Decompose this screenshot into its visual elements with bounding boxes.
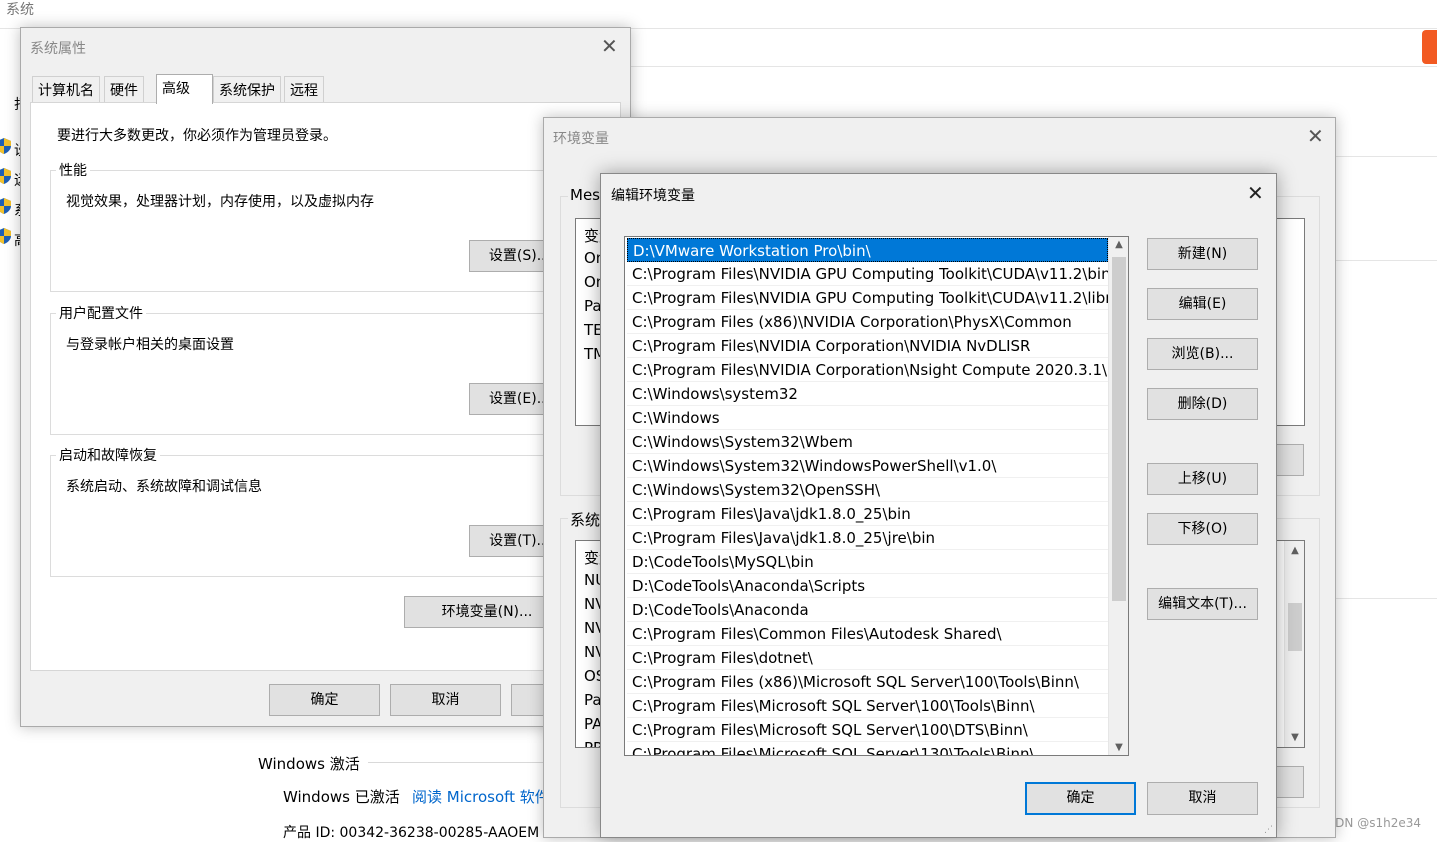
system-properties-dialog: 系统属性 ✕ 计算机名 硬件 高级 系统保护 远程 要进行大多数更改，你必须作为… bbox=[20, 27, 631, 727]
ok-button[interactable]: 确定 bbox=[269, 684, 380, 716]
close-icon[interactable]: ✕ bbox=[601, 36, 618, 56]
edit-text-button[interactable]: 编辑文本(T)... bbox=[1147, 588, 1258, 620]
path-entry[interactable]: D:\VMware Workstation Pro\bin\ bbox=[627, 238, 1108, 262]
path-entries-list[interactable]: D:\VMware Workstation Pro\bin\ C:\Program… bbox=[624, 236, 1129, 756]
list-item[interactable]: Pa bbox=[584, 691, 602, 709]
admin-note: 要进行大多数更改，你必须作为管理员登录。 bbox=[57, 128, 337, 144]
tab-remote[interactable]: 远程 bbox=[284, 76, 324, 102]
system-window-title: 系统 bbox=[6, 2, 34, 18]
path-list-scrollbar[interactable]: ▲ ▼ bbox=[1108, 237, 1128, 755]
move-up-button[interactable]: 上移(U) bbox=[1147, 463, 1258, 495]
scroll-up-icon[interactable]: ▲ bbox=[1109, 239, 1128, 250]
user-variables-label: Mes bbox=[568, 186, 602, 204]
cancel-button[interactable]: 取消 bbox=[390, 684, 501, 716]
path-entry[interactable]: C:\Program Files\NVIDIA GPU Computing To… bbox=[627, 262, 1108, 286]
header-divider bbox=[630, 66, 1437, 67]
move-down-button[interactable]: 下移(O) bbox=[1147, 513, 1258, 545]
edit-button[interactable]: 编辑(E) bbox=[1147, 288, 1258, 320]
path-entry[interactable]: C:\Program Files\NVIDIA Corporation\Nsig… bbox=[627, 358, 1108, 382]
path-entry[interactable]: C:\Program Files\Microsoft SQL Server\10… bbox=[627, 694, 1108, 718]
path-entry[interactable]: C:\Windows\System32\WindowsPowerShell\v1… bbox=[627, 454, 1108, 478]
scroll-thumb[interactable] bbox=[1112, 257, 1126, 601]
performance-desc: 视觉效果，处理器计划，内存使用，以及虚拟内存 bbox=[66, 194, 374, 210]
startup-recovery-group bbox=[50, 455, 570, 577]
path-entry[interactable]: C:\Program Files\NVIDIA GPU Computing To… bbox=[627, 286, 1108, 310]
startup-recovery-label: 启动和故障恢复 bbox=[56, 445, 160, 465]
path-entry[interactable]: D:\CodeTools\MySQL\bin bbox=[627, 550, 1108, 574]
path-entry[interactable]: C:\Program Files (x86)\NVIDIA Corporatio… bbox=[627, 310, 1108, 334]
resize-grip-icon[interactable]: ⋰ bbox=[1264, 825, 1274, 835]
tab-hardware[interactable]: 硬件 bbox=[104, 76, 144, 102]
delete-button[interactable]: 删除(D) bbox=[1147, 388, 1258, 420]
close-icon[interactable]: ✕ bbox=[1247, 183, 1264, 203]
ms-license-link[interactable]: 阅读 Microsoft 软件 bbox=[412, 786, 548, 807]
ok-button[interactable]: 确定 bbox=[1025, 782, 1136, 815]
path-entry[interactable]: C:\Program Files\dotnet\ bbox=[627, 646, 1108, 670]
scroll-up-icon[interactable]: ▲ bbox=[1285, 545, 1304, 556]
path-entry[interactable]: C:\Program Files\Common Files\Autodesk S… bbox=[627, 622, 1108, 646]
path-entry[interactable]: C:\Program Files\Java\jdk1.8.0_25\bin bbox=[627, 502, 1108, 526]
path-entry[interactable]: C:\Windows bbox=[627, 406, 1108, 430]
dialog-title: 编辑环境变量 bbox=[611, 188, 695, 204]
path-entry[interactable]: C:\Program Files\Microsoft SQL Server\10… bbox=[627, 718, 1108, 742]
product-id: 产品 ID: 00342-36238-00285-AAOEM bbox=[283, 825, 540, 841]
admin-shield-icon bbox=[0, 138, 11, 154]
advanced-tab-panel: 要进行大多数更改，你必须作为管理员登录。 性能 视觉效果，处理器计划，内存使用，… bbox=[30, 102, 621, 671]
row-divider bbox=[1335, 260, 1437, 261]
user-profiles-desc: 与登录帐户相关的桌面设置 bbox=[66, 337, 234, 353]
tab-system-protection[interactable]: 系统保护 bbox=[213, 76, 281, 102]
admin-shield-icon bbox=[0, 168, 11, 184]
new-button[interactable]: 新建(N) bbox=[1147, 238, 1258, 270]
scroll-down-icon[interactable]: ▼ bbox=[1285, 732, 1304, 743]
performance-label: 性能 bbox=[56, 160, 90, 180]
path-entry[interactable]: D:\CodeTools\Anaconda bbox=[627, 598, 1108, 622]
windows-activation-heading: Windows 激活 bbox=[258, 755, 360, 773]
admin-shield-icon bbox=[0, 228, 11, 244]
path-entry[interactable]: C:\Program Files (x86)\Microsoft SQL Ser… bbox=[627, 670, 1108, 694]
path-entry[interactable]: D:\CodeTools\Anaconda\Scripts bbox=[627, 574, 1108, 598]
row-divider bbox=[1335, 598, 1437, 599]
tab-advanced[interactable]: 高级 bbox=[156, 74, 213, 104]
user-profiles-label: 用户配置文件 bbox=[56, 303, 146, 323]
path-entry[interactable]: C:\Program Files\Java\jdk1.8.0_25\jre\bi… bbox=[627, 526, 1108, 550]
activation-status: Windows 已激活 bbox=[283, 788, 400, 806]
path-entry[interactable]: C:\Windows\System32\OpenSSH\ bbox=[627, 478, 1108, 502]
startup-recovery-desc: 系统启动、系统故障和调试信息 bbox=[66, 479, 262, 495]
path-entry[interactable]: C:\Windows\system32 bbox=[627, 382, 1108, 406]
system-list-scrollbar[interactable]: ▲ ▼ bbox=[1284, 541, 1304, 747]
tab-computer-name[interactable]: 计算机名 bbox=[32, 76, 100, 102]
admin-shield-icon bbox=[0, 198, 11, 214]
scroll-down-icon[interactable]: ▼ bbox=[1109, 742, 1128, 753]
section-divider bbox=[368, 762, 548, 763]
row-divider bbox=[1335, 156, 1437, 157]
scroll-thumb[interactable] bbox=[1288, 603, 1302, 651]
path-entry[interactable]: C:\Windows\System32\Wbem bbox=[627, 430, 1108, 454]
dialog-title: 环境变量 bbox=[553, 131, 609, 147]
dialog-title: 系统属性 bbox=[30, 41, 86, 57]
user-profiles-group bbox=[50, 313, 570, 435]
edit-environment-variable-dialog: 编辑环境变量 ✕ D:\VMware Workstation Pro\bin\ C… bbox=[600, 173, 1277, 838]
performance-group bbox=[50, 170, 570, 292]
browse-button[interactable]: 浏览(B)... bbox=[1147, 338, 1258, 370]
path-entry[interactable]: C:\Program Files\NVIDIA Corporation\NVID… bbox=[627, 334, 1108, 358]
list-item[interactable]: Pa bbox=[584, 297, 602, 315]
path-entry[interactable]: C:\Program Files\Microsoft SQL Server\13… bbox=[627, 742, 1108, 755]
cancel-button[interactable]: 取消 bbox=[1147, 782, 1258, 815]
app-brand-icon bbox=[1422, 30, 1437, 64]
close-icon[interactable]: ✕ bbox=[1307, 126, 1324, 146]
